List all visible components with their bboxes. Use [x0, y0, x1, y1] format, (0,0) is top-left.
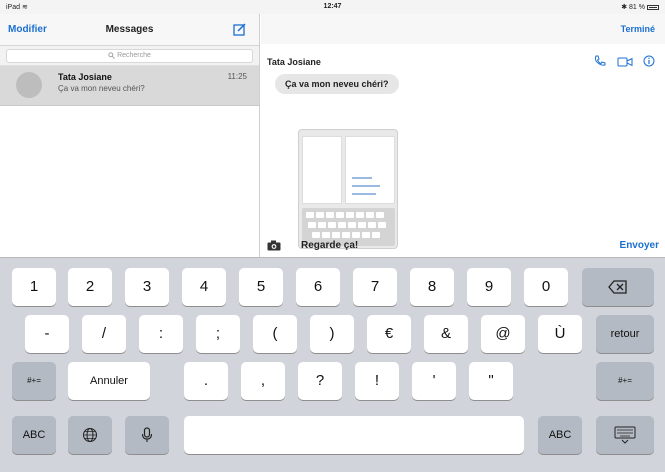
conversation-list-pane: Modifier Messages Recherche Tata Josiane…: [0, 14, 260, 257]
battery-status: ✱ 81 %: [621, 3, 659, 11]
search-bar: Recherche: [0, 46, 259, 66]
key-6[interactable]: 6: [296, 268, 340, 306]
symbols-key-left[interactable]: #+=: [12, 362, 56, 400]
conversation-name: Tata Josiane: [58, 72, 112, 82]
battery-icon: [647, 4, 659, 10]
status-time: 12:47: [323, 3, 342, 10]
send-button[interactable]: Envoyer: [620, 240, 659, 251]
key-7[interactable]: 7: [353, 268, 397, 306]
key-2[interactable]: 2: [68, 268, 112, 306]
key-colon[interactable]: :: [139, 315, 183, 353]
thumbnail-list-panel: [302, 136, 342, 204]
conversation-time: 11:25: [227, 72, 247, 81]
search-placeholder: Recherche: [117, 52, 151, 59]
key-1[interactable]: 1: [12, 268, 56, 306]
key-4[interactable]: 4: [182, 268, 226, 306]
key-9[interactable]: 9: [467, 268, 511, 306]
avatar: [16, 72, 42, 98]
conversation-list-title: Messages: [105, 24, 154, 35]
delete-icon: [608, 280, 627, 294]
key-comma[interactable]: ,: [241, 362, 285, 400]
message-bubble: Ça va mon neveu chéri?: [275, 74, 399, 94]
info-icon[interactable]: [643, 54, 655, 72]
key-5[interactable]: 5: [239, 268, 283, 306]
key-close-paren[interactable]: ): [310, 315, 354, 353]
key-period[interactable]: .: [184, 362, 228, 400]
conversation-preview: Ça va mon neveu chéri?: [58, 84, 145, 93]
key-0[interactable]: 0: [524, 268, 568, 306]
symbols-key-right[interactable]: #+=: [596, 362, 654, 400]
keyboard-dismiss-icon: [614, 426, 636, 444]
key-euro[interactable]: €: [367, 315, 411, 353]
hide-keyboard-key[interactable]: [596, 416, 654, 454]
done-button[interactable]: Terminé: [621, 24, 655, 34]
return-key[interactable]: retour: [596, 315, 654, 353]
space-key[interactable]: [184, 416, 524, 454]
key-3[interactable]: 3: [125, 268, 169, 306]
key-8[interactable]: 8: [410, 268, 454, 306]
thread-contact-name: Tata Josiane: [267, 57, 321, 67]
search-icon: [108, 52, 115, 59]
key-apostrophe[interactable]: ': [412, 362, 456, 400]
key-open-paren[interactable]: (: [253, 315, 297, 353]
search-input[interactable]: Recherche: [6, 49, 253, 63]
bluetooth-icon: ✱: [621, 4, 628, 11]
key-slash[interactable]: /: [82, 315, 126, 353]
compose-icon[interactable]: [233, 22, 247, 36]
thread-pane: Terminé Tata Josiane Ça va mon neveu ché…: [261, 14, 665, 257]
key-quote[interactable]: ": [469, 362, 513, 400]
camera-icon[interactable]: [267, 240, 281, 251]
status-bar: iPad ≋ 12:47 ✱ 81 %: [0, 0, 665, 14]
thumbnail-thread-panel: [345, 136, 395, 204]
conversation-row[interactable]: Tata Josiane 11:25 Ça va mon neveu chéri…: [0, 66, 259, 106]
delete-key[interactable]: [582, 268, 654, 306]
key-u-grave[interactable]: Ù: [538, 315, 582, 353]
key-semicolon[interactable]: ;: [196, 315, 240, 353]
thread-header: Tata Josiane: [261, 54, 665, 74]
key-dash[interactable]: -: [25, 315, 69, 353]
conversation-list-nav: Modifier Messages: [0, 14, 259, 46]
globe-key[interactable]: [68, 416, 112, 454]
abc-key-left[interactable]: ABC: [12, 416, 56, 454]
key-question[interactable]: ?: [298, 362, 342, 400]
attached-screenshot-thumbnail[interactable]: [298, 129, 398, 249]
thread-actions: [588, 54, 655, 72]
globe-icon: [83, 428, 97, 443]
key-ampersand[interactable]: &: [424, 315, 468, 353]
key-exclamation[interactable]: !: [355, 362, 399, 400]
message-input[interactable]: Regarde ça!: [301, 240, 358, 251]
abc-key-right[interactable]: ABC: [538, 416, 582, 454]
microphone-icon: [141, 427, 153, 443]
video-icon[interactable]: [617, 54, 633, 72]
phone-icon[interactable]: [594, 54, 606, 72]
key-at[interactable]: @: [481, 315, 525, 353]
thread-nav: Terminé: [261, 14, 665, 44]
dictation-key[interactable]: [125, 416, 169, 454]
keyboard: 1 2 3 4 5 6 7 8 9 0 - / : ; ( ) € & @ Ù …: [0, 257, 665, 472]
undo-key[interactable]: Annuler: [68, 362, 150, 400]
